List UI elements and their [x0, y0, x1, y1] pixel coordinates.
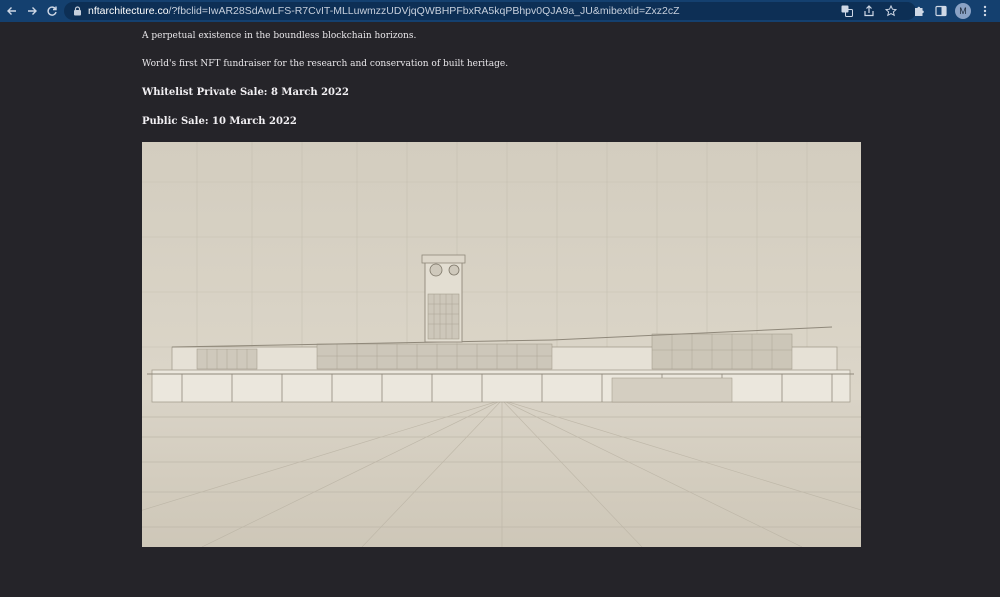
- arrow-right-icon: [28, 7, 37, 15]
- tagline-text: A perpetual existence in the boundless b…: [142, 31, 417, 41]
- menu-button[interactable]: [976, 2, 994, 20]
- url-host: nftarchitecture.co: [88, 5, 169, 17]
- arrow-left-icon: [7, 7, 16, 15]
- kebab-menu-icon: [983, 5, 987, 17]
- puzzle-icon: [915, 6, 924, 16]
- building-render-illustration: [142, 142, 861, 547]
- url-text: nftarchitecture.co/?fbclid=IwAR28SdAwLFS…: [88, 5, 680, 17]
- browser-toolbar: nftarchitecture.co/?fbclid=IwAR28SdAwLFS…: [0, 0, 1000, 22]
- star-icon: [885, 5, 897, 17]
- address-bar[interactable]: nftarchitecture.co/?fbclid=IwAR28SdAwLFS…: [64, 2, 916, 20]
- profile-button[interactable]: M: [954, 2, 972, 20]
- translate-icon: [841, 5, 853, 17]
- description-text: World's first NFT fundraiser for the res…: [142, 59, 509, 69]
- avatar: M: [955, 3, 971, 19]
- reload-icon: [47, 6, 57, 16]
- architecture-render-image: [142, 142, 861, 547]
- whitelist-sale-date: Whitelist Private Sale: 8 March 2022: [142, 87, 349, 98]
- share-button[interactable]: [860, 2, 878, 20]
- lock-icon: [70, 4, 84, 18]
- side-panel-icon: [935, 5, 947, 17]
- extensions-button[interactable]: [910, 2, 928, 20]
- url-path: /?fbclid=IwAR28SdAwLFS-R7CvIT-MLLuwmzzUD…: [168, 5, 680, 17]
- share-icon: [864, 5, 874, 17]
- forward-button[interactable]: [22, 1, 42, 21]
- public-sale-date: Public Sale: 10 March 2022: [142, 116, 297, 127]
- translate-button[interactable]: [838, 2, 856, 20]
- back-button[interactable]: [2, 1, 22, 21]
- side-panel-button[interactable]: [932, 2, 950, 20]
- reload-button[interactable]: [42, 1, 62, 21]
- bookmark-button[interactable]: [882, 2, 900, 20]
- toolbar-actions: M: [838, 1, 994, 21]
